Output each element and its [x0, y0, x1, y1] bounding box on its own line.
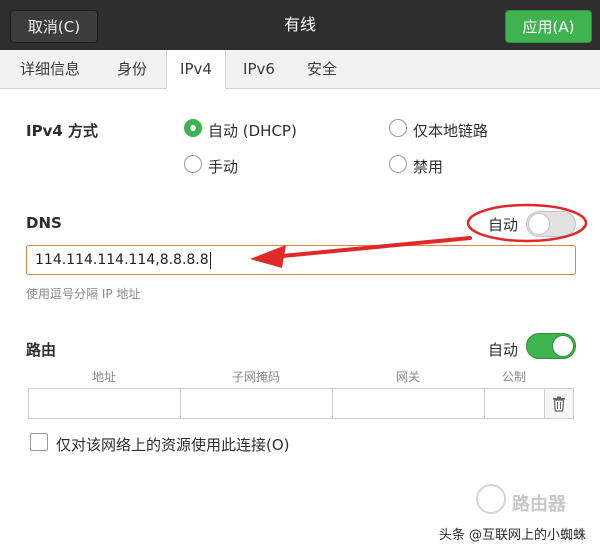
- only-local-resources-label[interactable]: 仅对该网络上的资源使用此连接(O): [56, 434, 290, 455]
- column-header-metric: 公制: [501, 370, 526, 384]
- dns-auto-switch[interactable]: [526, 211, 576, 237]
- routes-auto-switch[interactable]: [526, 333, 576, 359]
- dns-hint: 使用逗号分隔 IP 地址: [26, 287, 141, 301]
- dns-input[interactable]: 114.114.114.114,8.8.8.8: [26, 245, 576, 275]
- route-netmask-input[interactable]: [180, 388, 333, 419]
- route-address-input[interactable]: [28, 388, 181, 419]
- apply-button[interactable]: 应用(A): [505, 10, 592, 43]
- watermark-logo-icon: [476, 484, 506, 514]
- radio-auto-dhcp-label[interactable]: 自动 (DHCP): [208, 120, 297, 141]
- column-header-netmask: 子网掩码: [231, 370, 280, 384]
- switch-knob: [552, 335, 574, 357]
- cancel-button[interactable]: 取消(C): [10, 10, 98, 43]
- dns-input-value: 114.114.114.114,8.8.8.8: [35, 252, 209, 268]
- radio-manual[interactable]: [184, 155, 202, 173]
- radio-auto-dhcp[interactable]: [184, 119, 202, 137]
- routes-auto-label: 自动: [488, 341, 519, 359]
- tab-ipv4[interactable]: IPv4: [166, 50, 226, 89]
- watermark-router-text: 路由器: [512, 494, 566, 515]
- tab-security[interactable]: 安全: [296, 50, 348, 88]
- text-caret: [209, 251, 211, 269]
- radio-link-local[interactable]: [389, 119, 407, 137]
- trash-icon: [553, 396, 565, 412]
- radio-manual-label[interactable]: 手动: [208, 156, 238, 177]
- switch-knob: [528, 213, 550, 235]
- radio-disabled[interactable]: [389, 155, 407, 173]
- only-local-resources-checkbox[interactable]: [30, 433, 48, 451]
- routes-label: 路由: [26, 341, 57, 359]
- tab-identity[interactable]: 身份: [104, 50, 160, 88]
- tab-details[interactable]: 详细信息: [8, 50, 92, 88]
- header-bar: 取消(C) 有线 应用(A): [0, 0, 600, 50]
- dns-label: DNS: [26, 214, 62, 232]
- tab-bar: 详细信息 身份 IPv4 IPv6 安全: [0, 50, 600, 89]
- route-gateway-input[interactable]: [332, 388, 485, 419]
- radio-disabled-label[interactable]: 禁用: [413, 156, 443, 177]
- dns-auto-label: 自动: [488, 216, 519, 234]
- watermark-credit: 头条 @互联网上的小蜘蛛: [438, 528, 586, 543]
- delete-route-button[interactable]: [544, 388, 574, 419]
- route-metric-input[interactable]: [484, 388, 545, 419]
- ipv4-method-label: IPv4 方式: [26, 122, 99, 140]
- tab-ipv6[interactable]: IPv6: [232, 50, 286, 88]
- column-header-address: 地址: [91, 370, 116, 384]
- column-header-gateway: 网关: [395, 370, 420, 384]
- radio-link-local-label[interactable]: 仅本地链路: [413, 120, 488, 141]
